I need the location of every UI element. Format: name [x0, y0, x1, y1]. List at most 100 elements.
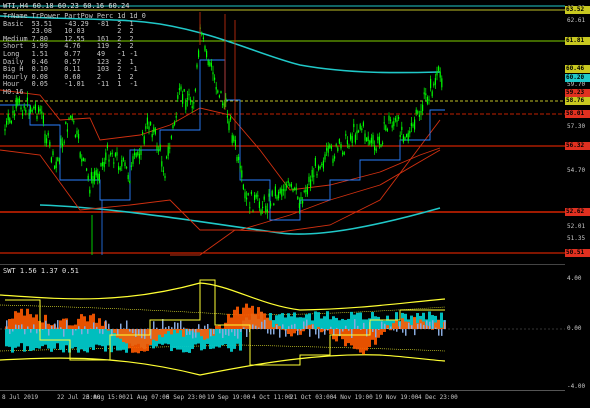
price-chart-pane[interactable]: WTI,H4 60.18 60.23 60.16 60.24 TrNameTrP…	[0, 0, 565, 262]
sky-area-bar	[306, 320, 308, 329]
candle-body	[179, 88, 180, 90]
orange-area-bar	[287, 329, 290, 334]
candle-body	[163, 170, 164, 171]
candle-body	[259, 202, 260, 208]
indicator-canvas[interactable]	[0, 265, 565, 391]
candle-body	[28, 113, 29, 115]
orange-area-bar	[413, 317, 416, 329]
candle-body	[412, 124, 413, 126]
candle-body	[57, 158, 58, 161]
candle-body	[164, 176, 165, 178]
cyan-area-bar	[83, 329, 86, 351]
indicator-pane[interactable]: SWT 1.56 1.37 0.51	[0, 264, 565, 391]
sky-area-bar	[396, 329, 398, 332]
orange-area-bar	[113, 329, 116, 333]
candle-body	[96, 170, 97, 175]
price-level-tag: 56.32	[565, 142, 590, 150]
candle-body	[166, 156, 167, 158]
sky-area-bar	[279, 329, 281, 338]
candle-body	[72, 116, 73, 120]
candle-body	[275, 186, 276, 196]
candle-body	[307, 186, 308, 194]
sky-area-bar	[171, 327, 173, 329]
orange-area-bar	[155, 329, 158, 341]
candle-body	[145, 126, 146, 129]
cyan-area-bar	[173, 329, 176, 348]
candle-body	[281, 189, 282, 197]
candle-body	[403, 135, 404, 142]
candle-body	[132, 156, 133, 164]
table-cell: -11	[97, 81, 117, 89]
candle-body	[153, 127, 154, 132]
candle-body	[196, 65, 197, 68]
sky-area-bar	[390, 327, 392, 329]
sky-area-bar	[183, 328, 185, 329]
cyan-area-bar	[350, 312, 353, 329]
sky-area-bar	[378, 329, 380, 330]
sky-area-bar	[30, 329, 32, 333]
cyan-area-bar	[296, 317, 299, 329]
candle-body	[326, 148, 327, 150]
orange-area-bar	[221, 328, 224, 329]
sky-area-bar	[201, 329, 203, 330]
sky-area-bar	[180, 321, 182, 329]
candle-body	[54, 166, 55, 170]
cyan-area-bar	[92, 329, 95, 350]
price-level-tag: 63.52	[565, 6, 590, 14]
candle-body	[268, 194, 269, 197]
sky-area-bar	[81, 329, 83, 334]
candle-body	[75, 135, 76, 137]
orange-area-bar	[380, 329, 383, 335]
sky-area-bar	[138, 329, 140, 335]
candle-body	[140, 151, 141, 156]
cyan-area-bar	[5, 329, 8, 346]
candle-body	[174, 122, 175, 125]
orange-area-bar	[395, 320, 398, 329]
candle-body	[382, 143, 383, 144]
time-tick-label: 6 Aug 15:00	[86, 394, 126, 401]
orange-area-bar	[329, 329, 332, 334]
orange-area-bar	[47, 324, 50, 329]
cyan-area-bar	[167, 329, 170, 344]
candle-body	[227, 116, 228, 118]
candle-body	[59, 160, 60, 161]
candle-body	[246, 198, 247, 200]
table-cell: -81	[97, 21, 117, 29]
sky-area-bar	[237, 329, 239, 339]
candle-body	[187, 98, 188, 99]
sky-area-bar	[408, 323, 410, 329]
orange-area-bar	[266, 318, 269, 329]
sky-area-bar	[309, 329, 311, 337]
cyan-area-bar	[179, 329, 182, 350]
cyan-area-bar	[26, 329, 29, 346]
candle-body	[78, 134, 79, 139]
cyan-area-bar	[14, 329, 17, 348]
candle-body	[265, 206, 266, 212]
cyan-area-bar	[44, 329, 47, 345]
sky-area-bar	[234, 329, 236, 336]
candle-body	[76, 131, 77, 134]
candle-body	[249, 207, 250, 208]
table-cell	[117, 89, 129, 97]
candle-body	[84, 159, 85, 160]
candle-body	[390, 120, 391, 121]
candle-body	[329, 145, 330, 148]
orange-area-bar	[437, 320, 440, 329]
candle-body	[182, 94, 183, 104]
candle-body	[308, 177, 309, 182]
candle-body	[169, 147, 170, 148]
candle-body	[112, 153, 113, 154]
orange-area-bar	[242, 308, 245, 329]
candle-body	[198, 50, 199, 57]
table-cell: -1	[129, 81, 149, 89]
orange-area-bar	[167, 329, 170, 331]
candle-body	[102, 162, 103, 166]
candle-body	[424, 92, 425, 94]
sky-area-bar	[9, 329, 11, 334]
candle-body	[427, 97, 428, 104]
candle-body	[235, 140, 236, 146]
candle-body	[44, 134, 45, 143]
candle-body	[14, 114, 15, 116]
candle-body	[328, 146, 329, 153]
candle-body	[300, 197, 301, 199]
